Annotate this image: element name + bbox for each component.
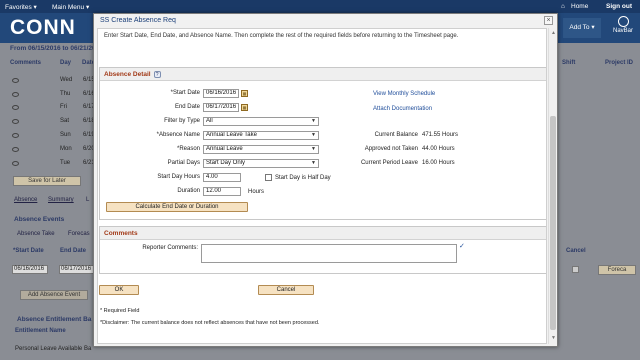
reason-label: *Reason (176, 146, 200, 152)
start-day-hours-input[interactable]: 4.00 (203, 173, 241, 182)
close-icon[interactable]: × (544, 16, 553, 25)
col-start-date: *Start Date (13, 248, 44, 254)
current-balance-value: 471.55 Hours (422, 132, 459, 138)
reporter-comments-label: Reporter Comments: (142, 245, 198, 251)
reason-select[interactable]: Annual Leave ▼ (203, 145, 319, 154)
dialog-scrollbar[interactable]: ▲ ▼ (548, 28, 557, 344)
tab-absence[interactable]: Absence (14, 197, 37, 203)
scroll-down-icon[interactable]: ▼ (550, 335, 557, 342)
calendar-icon[interactable]: ▦ (241, 90, 248, 97)
comment-icon[interactable] (12, 119, 19, 124)
compass-icon (617, 16, 629, 27)
bg-end-date[interactable]: 06/17/2016 (59, 265, 95, 274)
navbar-button[interactable]: NavBar (606, 14, 640, 42)
instruction-text: Enter Start Date, End Date, and Absence … (104, 33, 459, 39)
filter-type-label: Filter by Type (164, 118, 200, 124)
current-balance-label: Current Balance (374, 132, 418, 138)
col-entitlement-name: Entitlement Name (15, 328, 66, 334)
duration-label: Duration (177, 188, 200, 194)
date-range: From 06/15/2016 to 06/21/2016 (10, 45, 103, 52)
dialog-title: SS Create Absence Req (100, 17, 176, 24)
absence-events-title: Absence Events (14, 216, 65, 223)
half-day-checkbox[interactable] (265, 174, 272, 181)
comments-header: Comments (100, 227, 546, 240)
approved-not-taken-value: 44.00 Hours (422, 146, 455, 152)
col-shift: Shift (562, 60, 576, 66)
calculate-button[interactable]: Calculate End Date or Duration (106, 202, 248, 212)
add-to-button[interactable]: Add To ▾ (563, 18, 601, 38)
calendar-icon[interactable]: ▦ (241, 104, 248, 111)
col-end-date: End Date (60, 248, 87, 254)
attach-documentation-link[interactable]: Attach Documentation (373, 106, 432, 112)
bg-forecast-button[interactable]: Foreca (598, 265, 636, 275)
current-period-leave-value: 16.00 Hours (422, 160, 455, 166)
start-day-hours-label: Start Day Hours (157, 174, 200, 180)
home-link[interactable]: Home (571, 3, 588, 10)
half-day-label: Start Day is Half Day (275, 175, 331, 181)
filter-type-select[interactable]: All ▼ (203, 117, 319, 126)
duration-input[interactable]: 12.00 (203, 187, 241, 196)
scrollbar-thumb[interactable] (550, 116, 556, 330)
chevron-down-icon: ▼ (311, 132, 316, 138)
scroll-up-icon[interactable]: ▲ (550, 30, 557, 37)
dialog-body: Enter Start Date, End Date, and Absence … (97, 28, 547, 344)
top-menu-bar: Favorites ▾ Main Menu ▾ ⌂ Home Sign out (0, 0, 640, 13)
chevron-down-icon: ▼ (311, 146, 316, 152)
partial-days-label: Partial Days (167, 160, 200, 166)
tab-summary[interactable]: Summary (48, 197, 74, 203)
help-icon[interactable]: ? (153, 71, 161, 78)
navbar-label: NavBar (612, 28, 633, 34)
partial-days-select[interactable]: Start Day Only ▼ (203, 159, 319, 168)
favorites-menu[interactable]: Favorites ▾ (5, 3, 37, 11)
absence-name-select[interactable]: Annual Leave Take ▼ (203, 131, 319, 140)
col-cancel: Cancel (566, 248, 586, 254)
tab-absence-take[interactable]: Absence Take (17, 231, 55, 237)
col-day: Day (60, 60, 72, 66)
reporter-comments-textarea[interactable] (201, 244, 457, 263)
comment-icon[interactable] (12, 161, 19, 166)
tab-forecast[interactable]: Forecas (68, 231, 90, 237)
comment-icon[interactable] (12, 147, 19, 152)
required-field-note: * Required Field (100, 308, 140, 314)
app-logo: CONN (10, 16, 76, 39)
comment-icon[interactable] (12, 92, 19, 97)
ok-button[interactable]: OK (99, 285, 139, 295)
add-absence-event-button[interactable]: Add Absence Event (20, 290, 88, 300)
start-date-input[interactable]: 06/16/2016 (203, 89, 239, 98)
comment-icon[interactable] (12, 133, 19, 138)
view-schedule-link[interactable]: View Monthly Schedule (373, 91, 435, 97)
chevron-down-icon: ▼ (311, 160, 316, 166)
disclaimer-text: *Disclaimer: The current balance does no… (100, 320, 320, 326)
start-date-label: *Start Date (170, 90, 200, 96)
comment-icon[interactable] (12, 78, 19, 83)
save-for-later-button[interactable]: Save for Later (13, 176, 81, 186)
end-date-input[interactable]: 06/17/2016 (203, 103, 239, 112)
entitlement-section-title: Absence Entitlement Ba (17, 316, 92, 323)
bg-start-date[interactable]: 06/16/2016 (12, 265, 48, 274)
absence-name-label: *Absence Name (156, 132, 200, 138)
col-project: Project ID (605, 60, 634, 66)
comment-icon[interactable] (12, 105, 19, 110)
absence-detail-section: Absence Detail? *Start Date 06/16/2016 ▦… (99, 67, 546, 220)
absence-detail-header: Absence Detail? (100, 68, 546, 81)
comments-section: Comments Reporter Comments: ✓ (99, 226, 546, 274)
bg-cancel-checkbox[interactable] (572, 266, 579, 273)
tab-l[interactable]: L (86, 197, 89, 203)
current-period-leave-label: Current Period Leave (360, 160, 418, 166)
end-date-label: End Date (174, 104, 200, 110)
cancel-button[interactable]: Cancel (258, 285, 314, 295)
spell-check-icon[interactable]: ✓ (459, 242, 465, 250)
approved-not-taken-label: Approved not Taken (364, 146, 418, 152)
home-icon[interactable]: ⌂ (561, 3, 565, 10)
col-comments: Comments (10, 60, 42, 66)
personal-leave-row: Personal Leave Available Ba (15, 346, 92, 352)
absence-request-dialog: SS Create Absence Req × Enter Start Date… (93, 13, 558, 347)
chevron-down-icon: ▼ (311, 118, 316, 124)
main-menu[interactable]: Main Menu ▾ (52, 3, 89, 11)
sign-out-link[interactable]: Sign out (606, 3, 632, 10)
duration-unit: Hours (248, 189, 265, 195)
